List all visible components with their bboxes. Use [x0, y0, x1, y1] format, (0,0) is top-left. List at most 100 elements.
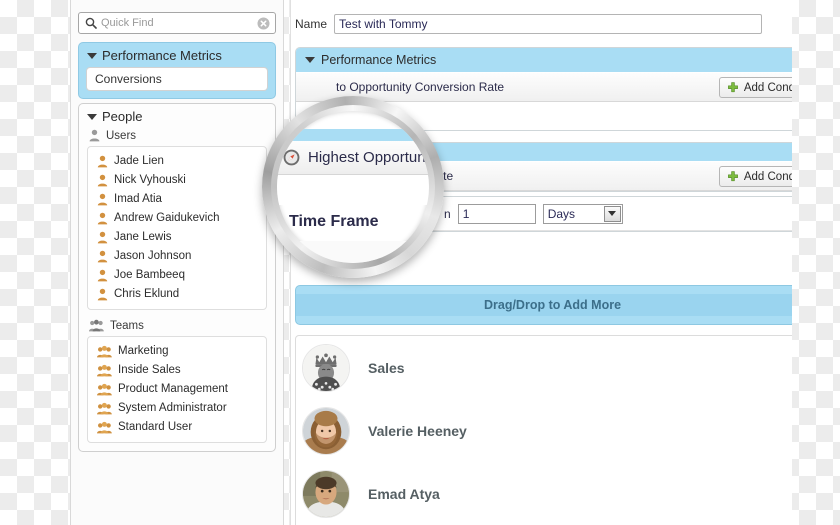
metric-label: to Opportunity Conversion Rate: [336, 80, 505, 94]
list-item[interactable]: Jade Lien: [88, 152, 266, 171]
group-performance-metrics[interactable]: Performance Metrics Conversions: [78, 42, 276, 99]
user-icon: [97, 231, 108, 244]
list-item[interactable]: Valerie Heeney: [296, 399, 792, 462]
person-name: Sales: [368, 359, 405, 376]
list-item-label: Standard User: [118, 421, 193, 433]
user-icon: [97, 288, 108, 301]
dragdrop-label: Drag/Drop to Add More: [296, 294, 792, 316]
man-photo-avatar: [302, 469, 350, 518]
name-row: Name: [291, 14, 792, 34]
plus-icon: [727, 170, 738, 181]
timeframe-prefix: n: [444, 206, 451, 221]
list-item-label: Chris Eklund: [114, 288, 180, 300]
search-input[interactable]: [99, 17, 254, 29]
metric-row[interactable]: Won Conversion Rate Add Cond: [296, 161, 792, 191]
user-icon: [97, 193, 108, 206]
search-icon: [83, 17, 99, 29]
list-item-label: Imad Atia: [114, 193, 162, 205]
teams-label: Teams: [110, 319, 144, 332]
list-item[interactable]: Joe Bambeeq: [88, 266, 266, 285]
user-icon: [97, 155, 108, 168]
teams-list: Marketing Inside Sales Product Managemen…: [87, 336, 267, 443]
users-list: Jade Lien Nick Vyhouski Imad Atia Andrew…: [87, 146, 267, 310]
name-label: Name: [295, 17, 328, 31]
performance-metrics-card: Performance Metrics to Opportunity Conve…: [295, 47, 792, 131]
sidebar-item-conversions[interactable]: Conversions: [86, 67, 268, 91]
group-people: People Users Jade Lien Nick Vyhouski Ima…: [78, 103, 276, 452]
list-item[interactable]: Inside Sales: [88, 361, 266, 380]
list-item[interactable]: Emad Atya: [296, 462, 792, 525]
performance-metrics-title: Performance Metrics: [321, 53, 437, 67]
user-icon: [97, 250, 108, 263]
chevron-down-icon[interactable]: [603, 205, 621, 222]
clear-circle-icon[interactable]: [254, 14, 272, 32]
team-icon: [97, 364, 112, 377]
main-content: Name Performance Metrics to Opportunity …: [290, 0, 792, 525]
group-performance-metrics-header[interactable]: Performance Metrics: [79, 43, 275, 67]
user-icon: [97, 212, 108, 225]
timeframe-unit-select[interactable]: Days: [542, 203, 623, 224]
person-name: Valerie Heeney: [368, 422, 467, 439]
dragdrop-zone[interactable]: Drag/Drop to Add More: [295, 285, 792, 325]
list-item[interactable]: Nick Vyhouski: [88, 171, 266, 190]
list-item[interactable]: Marketing: [88, 342, 266, 361]
list-item[interactable]: Andrew Gaidukevich: [88, 209, 266, 228]
timeframe-row: n Days: [296, 197, 792, 231]
caret-down-icon: [305, 57, 315, 63]
list-item[interactable]: Product Management: [88, 380, 266, 399]
list-item-label: Jade Lien: [114, 155, 164, 167]
screenshot-root: Performance Metrics Conversions People U…: [0, 0, 840, 525]
group-people-title: People: [102, 109, 143, 124]
add-condition-button[interactable]: Add Cond: [718, 166, 792, 187]
add-condition-button[interactable]: Add Cond: [718, 77, 792, 98]
user-icon: [97, 269, 108, 282]
list-item[interactable]: System Administrator: [88, 399, 266, 418]
list-item[interactable]: Imad Atia: [88, 190, 266, 209]
user-icon: [89, 129, 100, 142]
list-item[interactable]: Sales: [296, 336, 792, 399]
user-icon: [97, 174, 108, 187]
king-portrait-avatar: [302, 343, 350, 392]
list-item-label: Joe Bambeeq: [114, 269, 185, 281]
metric-body: [296, 102, 792, 130]
people-results-list: Sales Valerie Heeney Emad Atya: [295, 335, 792, 525]
team-icon: [89, 319, 104, 332]
list-item-label: Nick Vyhouski: [114, 174, 186, 186]
metric-label: Won Conversion Rate: [336, 169, 454, 183]
add-condition-label: Add Cond: [743, 81, 792, 94]
timeframe-card: n Days: [295, 196, 792, 232]
team-icon: [97, 402, 112, 415]
users-label: Users: [106, 129, 137, 142]
quick-find-field[interactable]: [78, 12, 276, 34]
performance-metrics-header[interactable]: Performance Metrics: [296, 48, 792, 72]
left-sidebar: Performance Metrics Conversions People U…: [70, 0, 284, 525]
plus-icon: [727, 81, 738, 92]
caret-down-icon: [87, 113, 97, 120]
person-name: Emad Atya: [368, 485, 440, 502]
team-icon: [97, 383, 112, 396]
list-item-label: System Administrator: [118, 402, 227, 414]
add-condition-label: Add Cond: [743, 170, 792, 183]
list-item-label: Product Management: [118, 383, 228, 395]
metric-divider-blue: [296, 143, 792, 161]
group-people-header[interactable]: People: [79, 104, 275, 128]
users-section-label: Users: [79, 128, 275, 146]
list-item-label: Marketing: [118, 345, 169, 357]
team-icon: [97, 421, 112, 434]
list-item[interactable]: Jason Johnson: [88, 247, 266, 266]
timeframe-number-input[interactable]: [457, 203, 536, 224]
timeframe-unit-value: Days: [547, 206, 576, 221]
group-performance-metrics-title: Performance Metrics: [102, 48, 222, 63]
metric-row[interactable]: to Opportunity Conversion Rate Add Cond: [296, 72, 792, 102]
list-item[interactable]: Standard User: [88, 418, 266, 437]
list-item-label: Jason Johnson: [114, 250, 192, 262]
list-item-label: Andrew Gaidukevich: [114, 212, 220, 224]
woman-photo-avatar: [302, 406, 350, 455]
list-item-label: Inside Sales: [118, 364, 181, 376]
list-item[interactable]: Chris Eklund: [88, 285, 266, 304]
team-icon: [97, 345, 112, 358]
list-item-label: Jane Lewis: [114, 231, 172, 243]
teams-section-label: Teams: [79, 318, 275, 336]
name-input[interactable]: [334, 14, 763, 34]
list-item[interactable]: Jane Lewis: [88, 228, 266, 247]
